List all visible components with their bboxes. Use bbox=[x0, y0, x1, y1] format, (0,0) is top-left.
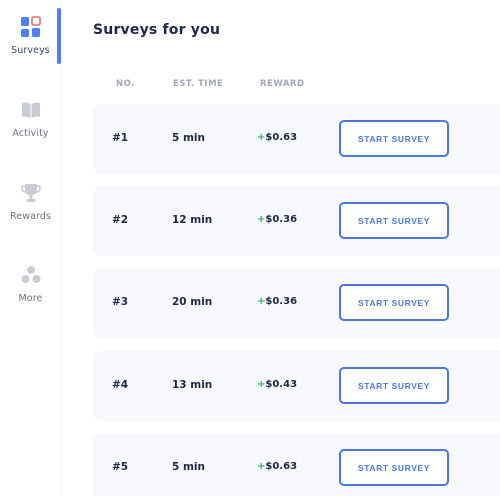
column-header-no: NO. bbox=[116, 79, 135, 89]
survey-reward: +$0.36 bbox=[257, 296, 297, 307]
table-row: #1 5 min +$0.63 START SURVEY bbox=[93, 104, 500, 174]
sidebar-item-rewards[interactable]: Rewards bbox=[0, 182, 61, 222]
sidebar-item-label: Activity bbox=[12, 128, 49, 139]
sidebar: Surveys Activity Rewards More bbox=[0, 0, 61, 496]
more-dots-icon bbox=[21, 266, 40, 283]
survey-number: #2 bbox=[112, 214, 129, 226]
start-survey-button[interactable]: START SURVEY bbox=[339, 120, 449, 157]
trophy-icon bbox=[20, 184, 41, 202]
book-icon bbox=[21, 102, 40, 118]
table-row: #4 13 min +$0.43 START SURVEY bbox=[93, 351, 500, 421]
survey-reward: +$0.36 bbox=[257, 214, 297, 225]
reward-amount: $0.63 bbox=[265, 461, 298, 472]
column-header-time: EST. TIME bbox=[173, 79, 224, 89]
reward-amount: $0.36 bbox=[265, 214, 298, 225]
start-survey-button[interactable]: START SURVEY bbox=[339, 284, 449, 321]
survey-time: 20 min bbox=[172, 296, 213, 308]
sidebar-item-surveys[interactable]: Surveys bbox=[0, 16, 61, 56]
start-survey-button[interactable]: START SURVEY bbox=[339, 202, 449, 239]
page-title: Surveys for you bbox=[93, 22, 221, 38]
table-header: NO. EST. TIME REWARD bbox=[93, 79, 500, 91]
survey-time: 12 min bbox=[172, 214, 213, 226]
survey-reward: +$0.43 bbox=[257, 379, 297, 390]
survey-time: 5 min bbox=[172, 132, 205, 144]
sidebar-item-label: Rewards bbox=[9, 211, 52, 222]
reward-amount: $0.63 bbox=[265, 132, 298, 143]
reward-amount: $0.43 bbox=[265, 379, 298, 390]
survey-reward: +$0.63 bbox=[257, 461, 297, 472]
survey-number: #5 bbox=[112, 461, 129, 473]
surveys-icon bbox=[20, 16, 41, 37]
survey-number: #4 bbox=[112, 379, 129, 391]
sidebar-item-activity[interactable]: Activity bbox=[0, 99, 61, 139]
start-survey-button[interactable]: START SURVEY bbox=[339, 367, 449, 404]
survey-time: 5 min bbox=[172, 461, 205, 473]
table-row: #5 5 min +$0.63 START SURVEY bbox=[93, 433, 500, 496]
survey-time: 13 min bbox=[172, 379, 213, 391]
column-header-reward: REWARD bbox=[260, 79, 305, 89]
main-content: Surveys for you NO. EST. TIME REWARD #1 … bbox=[61, 0, 500, 496]
survey-number: #1 bbox=[112, 132, 129, 144]
reward-amount: $0.36 bbox=[265, 296, 298, 307]
sidebar-item-more[interactable]: More bbox=[0, 264, 61, 304]
sidebar-item-label: More bbox=[18, 293, 43, 304]
table-row: #3 20 min +$0.36 START SURVEY bbox=[93, 268, 500, 338]
start-survey-button[interactable]: START SURVEY bbox=[339, 449, 449, 486]
survey-number: #3 bbox=[112, 296, 129, 308]
sidebar-item-label: Surveys bbox=[11, 45, 50, 56]
table-row: #2 12 min +$0.36 START SURVEY bbox=[93, 186, 500, 256]
survey-reward: +$0.63 bbox=[257, 132, 297, 143]
